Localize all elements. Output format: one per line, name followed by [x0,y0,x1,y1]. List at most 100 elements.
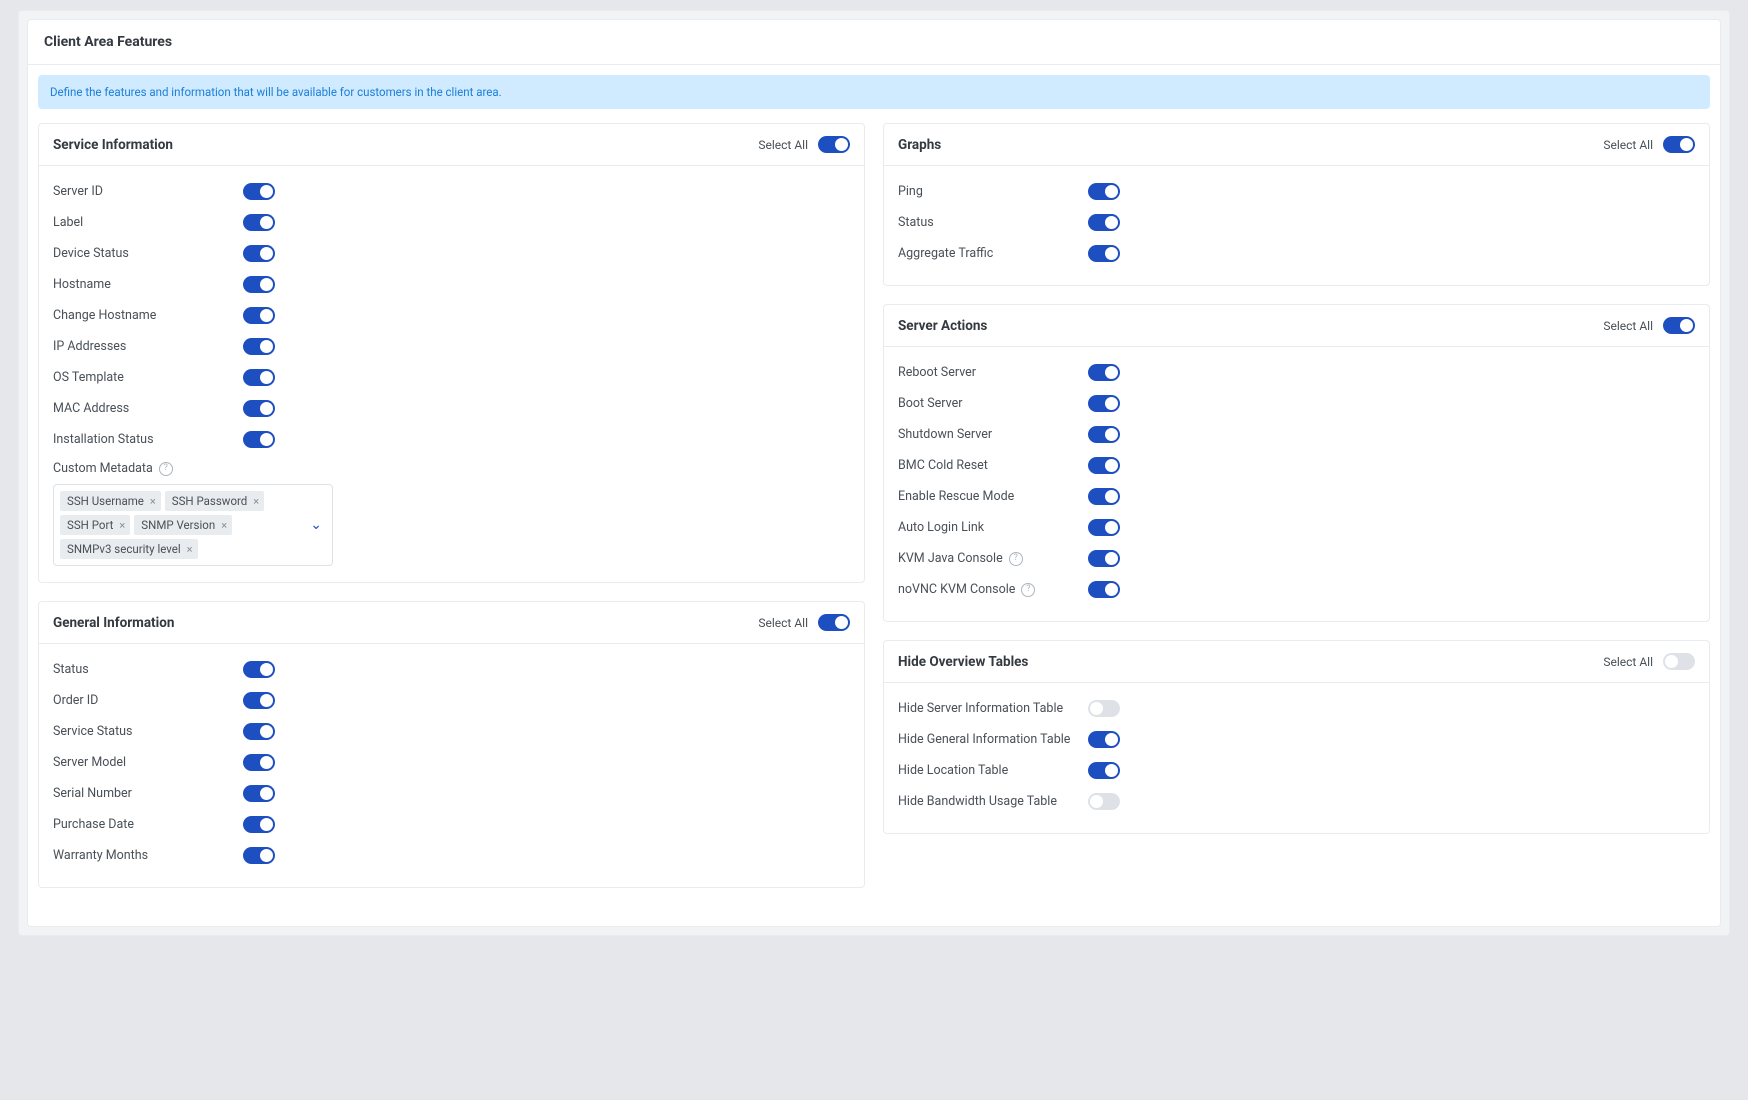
tag-remove-icon[interactable]: × [221,519,227,532]
help-icon[interactable]: ? [1021,583,1035,597]
setting-row: MAC Address [53,393,850,424]
tag-remove-icon[interactable]: × [150,495,156,508]
toggle[interactable] [243,214,275,231]
tag-label: SNMP Version [141,518,215,532]
tag-label: SSH Username [67,494,144,508]
toggle[interactable] [243,431,275,448]
toggle[interactable] [243,723,275,740]
help-icon[interactable]: ? [1009,552,1023,566]
toggle[interactable] [1088,762,1120,779]
setting-label: Boot Server [898,396,1088,411]
columns: Service Information Select All Server ID… [38,123,1710,906]
setting-row: Hide Location Table [898,755,1695,786]
tag-remove-icon[interactable]: × [187,543,193,556]
main-panel: Client Area Features Define the features… [27,19,1721,927]
card-body: StatusOrder IDService StatusServer Model… [39,644,864,887]
toggle[interactable] [1088,245,1120,262]
toggle-select-all[interactable] [818,136,850,153]
toggle[interactable] [1088,426,1120,443]
toggle[interactable] [243,847,275,864]
toggle[interactable] [1088,550,1120,567]
toggle[interactable] [243,661,275,678]
left-column: Service Information Select All Server ID… [38,123,865,906]
card-service-information: Service Information Select All Server ID… [38,123,865,583]
card-title: Graphs [898,137,941,153]
toggle-select-all[interactable] [818,614,850,631]
setting-row: Warranty Months [53,840,850,871]
tag-remove-icon[interactable]: × [119,519,125,532]
toggle[interactable] [1088,395,1120,412]
toggle-select-all[interactable] [1663,317,1695,334]
toggle[interactable] [1088,364,1120,381]
setting-row: Device Status [53,238,850,269]
setting-label: Status [53,662,243,677]
custom-metadata: Custom Metadata ? SSH Username×SSH Passw… [53,461,850,566]
select-all: Select All [1603,136,1695,153]
toggle[interactable] [243,369,275,386]
toggle-select-all[interactable] [1663,136,1695,153]
tag-label: SSH Password [172,494,248,508]
setting-row: Order ID [53,685,850,716]
card-title: Hide Overview Tables [898,654,1028,670]
toggle[interactable] [243,785,275,802]
toggle[interactable] [1088,214,1120,231]
setting-label: Server Model [53,755,243,770]
chevron-down-icon[interactable]: ⌄ [310,517,322,533]
setting-label: Reboot Server [898,365,1088,380]
setting-row: Label [53,207,850,238]
card-body: Reboot ServerBoot ServerShutdown ServerB… [884,347,1709,621]
metadata-tag: SSH Port × [60,515,130,535]
body: Define the features and information that… [28,65,1720,926]
toggle[interactable] [1088,457,1120,474]
setting-row: Hostname [53,269,850,300]
setting-label: Order ID [53,693,243,708]
toggle[interactable] [243,307,275,324]
toggle[interactable] [243,400,275,417]
toggle[interactable] [1088,581,1120,598]
custom-metadata-tagfield[interactable]: SSH Username × SSH Password × SSH Port × SNMP … [53,484,333,566]
toggle[interactable] [243,692,275,709]
toggle[interactable] [243,816,275,833]
card-graphs: Graphs Select All Ping StatusAggregate Tr… [883,123,1710,286]
select-all: Select All [758,136,850,153]
card-title: General Information [53,615,174,631]
setting-label: Hide Location Table [898,763,1088,778]
toggle[interactable] [1088,793,1120,810]
toggle[interactable] [1088,519,1120,536]
toggle-select-all[interactable] [1663,653,1695,670]
setting-label: Hide Bandwidth Usage Table [898,794,1088,809]
setting-label: Installation Status [53,432,243,447]
setting-label: Hide General Information Table [898,732,1088,747]
toggle[interactable] [1088,183,1120,200]
tag-remove-icon[interactable]: × [253,495,259,508]
toggle[interactable] [243,183,275,200]
tag-label: SSH Port [67,518,113,532]
toggle[interactable] [243,754,275,771]
card-body: Server IDLabelDevice StatusHostnameChang… [39,166,864,582]
setting-row: Ping [898,176,1695,207]
setting-label: KVM Java Console? [898,551,1088,566]
setting-row: Aggregate Traffic [898,238,1695,269]
setting-label: Ping [898,184,1088,199]
card-body: Ping StatusAggregate Traffic [884,166,1709,285]
toggle[interactable] [243,276,275,293]
setting-label: Auto Login Link [898,520,1088,535]
setting-row: Auto Login Link [898,512,1695,543]
toggle[interactable] [243,338,275,355]
setting-row: BMC Cold Reset [898,450,1695,481]
setting-row: Boot Server [898,388,1695,419]
select-all: Select All [1603,653,1695,670]
setting-label: Hide Server Information Table [898,701,1088,716]
toggle[interactable] [1088,731,1120,748]
right-column: Graphs Select All Ping StatusAggregate Tr… [883,123,1710,906]
setting-label: Enable Rescue Mode [898,489,1088,504]
select-all-label: Select All [1603,138,1653,152]
help-icon[interactable]: ? [159,462,173,476]
toggle[interactable] [243,245,275,262]
toggle[interactable] [1088,488,1120,505]
toggle[interactable] [1088,700,1120,717]
setting-row: Purchase Date [53,809,850,840]
setting-label: OS Template [53,370,243,385]
card-server-actions: Server Actions Select All Reboot ServerB… [883,304,1710,622]
setting-row: Status [898,207,1695,238]
